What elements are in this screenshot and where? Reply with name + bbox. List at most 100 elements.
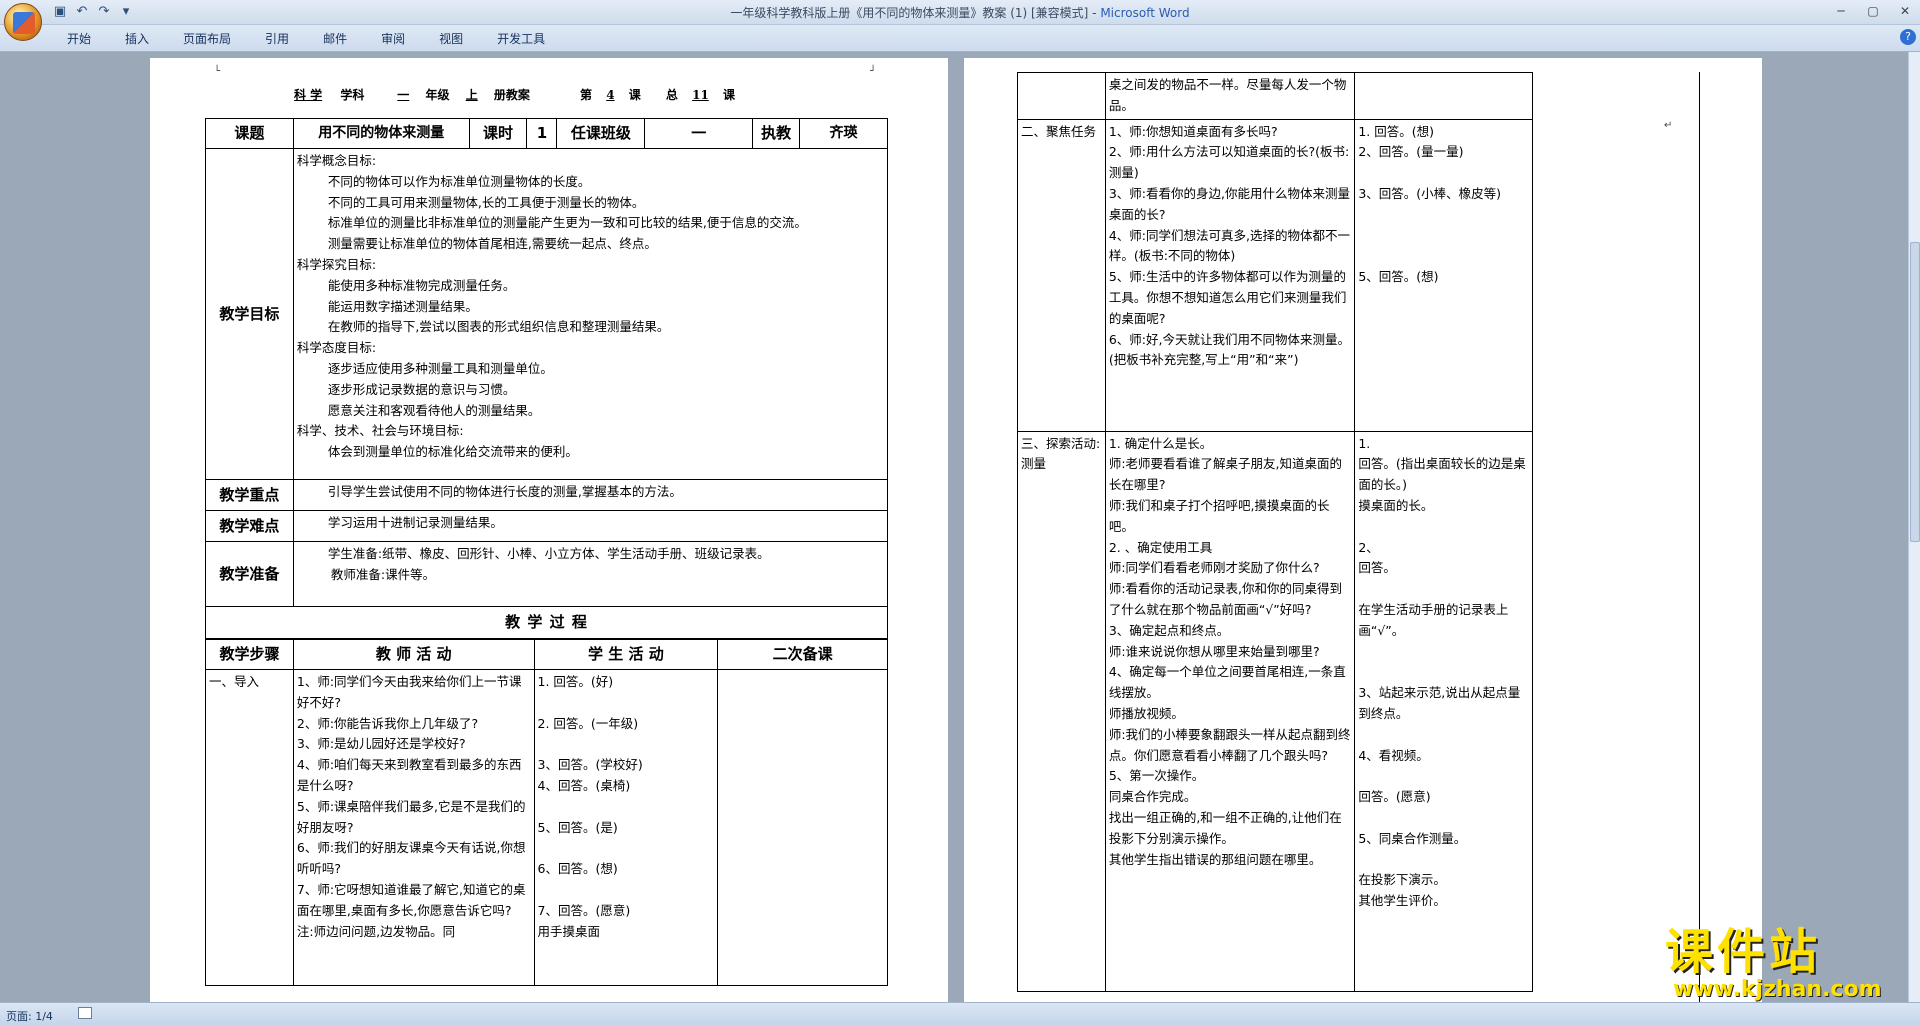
step2-teacher-line: 4、师:同学们想法可真多,选择的物体都不一样。(板书:不同的物体) [1108, 227, 1350, 264]
tab-7[interactable]: 开发工具 [480, 29, 562, 49]
step3-teacher-line: 师:我们的小棒要象翻跟头一样从起点翻到终点。你们愿意看看小棒翻了几个跟头吗? [1108, 726, 1351, 763]
step1-student-line: 2. 回答。(一年级) [537, 715, 639, 731]
step1-teacher-line: 5、师:课桌陪伴我们最多,它是不是我们的好朋友呀? [296, 798, 526, 835]
process-header-step: 教学步骤 [205, 639, 294, 670]
step1-student-line [538, 880, 715, 901]
header-term: 上 [465, 88, 478, 102]
step2-teacher: 1、师:你想知道桌面有多长吗? 2、师:用什么方法可以知道桌面的长?(板书:测量)… [1104, 118, 1356, 432]
tab-0[interactable]: 开始 [50, 29, 108, 49]
goals-label: 教学目标 [205, 148, 294, 480]
step3-student-line: 回答。 [1358, 560, 1396, 576]
step1-student-line: 7、回答。(愿意) [537, 902, 631, 918]
step3-teacher-line: 师:我们和桌子打个招呼吧,摸摸桌面的长吧。 [1108, 497, 1330, 534]
step3-student-line: 摸桌面的长。 [1358, 497, 1434, 513]
teacher-label: 执教 [752, 118, 801, 149]
goal-line: 能使用多种标准物完成测量任务。 [327, 277, 516, 293]
step3-student-line [1358, 725, 1529, 746]
lesson-header: 科 学 学科 一 年级 上 册教案 第 4 课 总 11 课 [280, 86, 840, 103]
step3-teacher-line: 3、确定起点和终点。 [1108, 622, 1230, 638]
tab-4[interactable]: 邮件 [306, 29, 364, 49]
goal-line: 在教师的指导下,尝试以图表的形式组织信息和整理测量结果。 [327, 319, 670, 335]
page-indicator[interactable]: 页面: 1/4 [6, 1008, 53, 1024]
step3-student-line [1358, 662, 1529, 683]
focus-label: 教学重点 [205, 479, 294, 511]
process-header-student: 学 生 活 动 [533, 639, 719, 670]
topic-label: 课题 [205, 118, 294, 149]
goal-line: 科学探究目标: [296, 256, 377, 272]
step1-teacher-line: 4、师:咱们每天来到教室看到最多的东西是什么呀? [296, 757, 522, 793]
continued-teacher: 桌之间发的物品不一样。尽量每人发一个物品。 [1104, 72, 1356, 120]
review-column-border [1699, 72, 1700, 1002]
step2-student-line [1358, 205, 1529, 226]
step3-student-line: 5、同桌合作测量。 [1358, 830, 1467, 846]
document-workspace: └ ┘ 科 学 学科 一 年级 上 册教案 第 4 课 总 11 课 课题 用不… [0, 52, 1908, 1002]
step3-name: 三、探索活动:测量 [1017, 430, 1106, 992]
difficulty-content: 学习运用十进制记录测量结果。 [292, 510, 889, 542]
office-button[interactable] [4, 3, 42, 41]
step3-student-line [1358, 579, 1529, 600]
step1-name: 一、导入 [205, 669, 294, 986]
help-icon[interactable]: ? [1900, 29, 1916, 45]
tab-6[interactable]: 视图 [422, 29, 480, 49]
goal-line: 体会到测量单位的标准化给交流带来的便利。 [327, 444, 578, 460]
goal-line: 标准单位的测量比非标准单位的测量能产生更为一致和可比较的结果,便于信息的交流。 [327, 215, 807, 231]
step2-student-line: 2、回答。(量一量) [1358, 144, 1464, 160]
step2-teacher-line: 1、师:你想知道桌面有多长吗? [1108, 123, 1278, 139]
scrollbar-thumb[interactable] [1910, 242, 1920, 542]
step2-student-line: 1. 回答。(想) [1358, 123, 1434, 139]
close-icon[interactable]: ✕ [1894, 2, 1916, 20]
step3-teacher-line: 师:老师要看看谁了解桌子朋友,知道桌面的长在哪里? [1108, 456, 1343, 493]
step1-teacher-line: 注:师边问问题,边发物品。同 [296, 923, 456, 939]
step1-teacher: 1、师:同学们今天由我来给你们上一节课好不好? 2、师:你能告诉我你上几年级了? 3… [292, 669, 535, 986]
tab-3[interactable]: 引用 [248, 29, 306, 49]
status-bar: 页面: 1/4 [0, 1002, 1920, 1025]
page-1: └ ┘ 科 学 学科 一 年级 上 册教案 第 4 课 总 11 课 课题 用不… [150, 58, 948, 1002]
goal-line: 测量需要让标准单位的物体首尾相连,需要统一起点、终点。 [327, 236, 657, 252]
step3-teacher-line: 师播放视频。 [1108, 705, 1184, 721]
step1-teacher-line: 1、师:同学们今天由我来给你们上一节课好不好? [296, 674, 522, 710]
step3-student-line: 4、看视频。 [1358, 747, 1429, 763]
process-title: 教 学 过 程 [205, 606, 888, 639]
header-subject: 科 学 [294, 88, 323, 102]
tab-1[interactable]: 插入 [108, 29, 166, 49]
step2-teacher-line: 3、师:看看你的身边,你能用什么物体来测量桌面的长? [1108, 185, 1350, 222]
window-title: 一年级科学教科版上册《用不同的物体来测量》教案 (1) [兼容模式] - Mic… [730, 6, 1190, 20]
step1-student-line: 用手摸桌面 [537, 923, 601, 939]
step3-student-line: 其他学生评价。 [1358, 893, 1446, 909]
prep-content: 学生准备:纸带、橡皮、回形针、小棒、小立方体、学生活动手册、班级记录表。 教师准… [292, 541, 889, 607]
prep-label: 教学准备 [205, 541, 294, 607]
minimize-icon[interactable]: ─ [1830, 2, 1852, 20]
step3-student-line: 3、站起来示范,说出从起点量到终点。 [1358, 685, 1521, 721]
step3-teacher-line: 同桌合作完成。 [1108, 789, 1197, 805]
process-table-continued: 桌之间发的物品不一样。尽量每人发一个物品。 二、聚焦任务 1、师:你想知道桌面有… [1017, 72, 1533, 992]
step3-student-line [1358, 766, 1529, 787]
window-controls: ─ ▢ ✕ [1830, 2, 1916, 20]
maximize-icon[interactable]: ▢ [1862, 2, 1884, 20]
class-label: 任课班级 [556, 118, 646, 149]
step2-student-line: 5、回答。(想) [1358, 269, 1439, 285]
step1-teacher-line: 7、师:它呀想知道谁最了解它,知道它的桌面在哪里,桌面有多长,你愿意告诉它吗? [296, 881, 526, 918]
step1-student-line: 3、回答。(学校好) [537, 757, 643, 773]
step3-student-line [1358, 642, 1529, 663]
lesson-info-table: 课题 用不同的物体来测量 课时 1 任课班级 一 执教 齐瑛 教学目标 科学概念… [205, 118, 889, 639]
vertical-scrollbar[interactable] [1908, 52, 1920, 1002]
goal-line: 科学概念目标: [296, 153, 377, 168]
step2-student-line [1358, 163, 1529, 184]
step1-teacher-line: 6、师:我们的好朋友课桌今天有话说,你想听听吗? [296, 840, 526, 877]
tab-5[interactable]: 审阅 [364, 29, 422, 49]
step1-review [717, 669, 888, 986]
goal-line: 愿意关注和客观看待他人的测量结果。 [327, 402, 541, 418]
goal-line: 不同的工具可用来测量物体,长的工具便于测量长的物体。 [327, 194, 645, 210]
step1-teacher-line: 3、师:是幼儿园好还是学校好? [296, 736, 466, 752]
step2-teacher-line: 6、师:好,今天就让我们用不同物体来测量。(把板书补充完整,写上“用”和“来”) [1108, 331, 1350, 368]
tab-2[interactable]: 页面布局 [166, 29, 248, 49]
title-bar: ▣ ↶ ↷ ▾ 一年级科学教科版上册《用不同的物体来测量》教案 (1) [兼容模… [0, 0, 1920, 25]
focus-content: 引导学生尝试使用不同的物体进行长度的测量,掌握基本的方法。 [292, 479, 889, 511]
continued-student [1354, 72, 1533, 120]
header-grade: 一 [397, 88, 410, 102]
proofing-icon[interactable] [78, 1007, 92, 1019]
step3-teacher-line: 师:谁来说说你想从哪里来始量到哪里? [1108, 643, 1320, 659]
ribbon-tabs: 开始 插入 页面布局 引用 邮件 审阅 视图 开发工具 ? [0, 25, 1920, 52]
goal-line: 科学态度目标: [296, 340, 377, 356]
step3-teacher-line: 师:看看你的活动记录表,你和你的同桌得到了什么就在那个物品前面画“√”好吗? [1108, 581, 1343, 617]
